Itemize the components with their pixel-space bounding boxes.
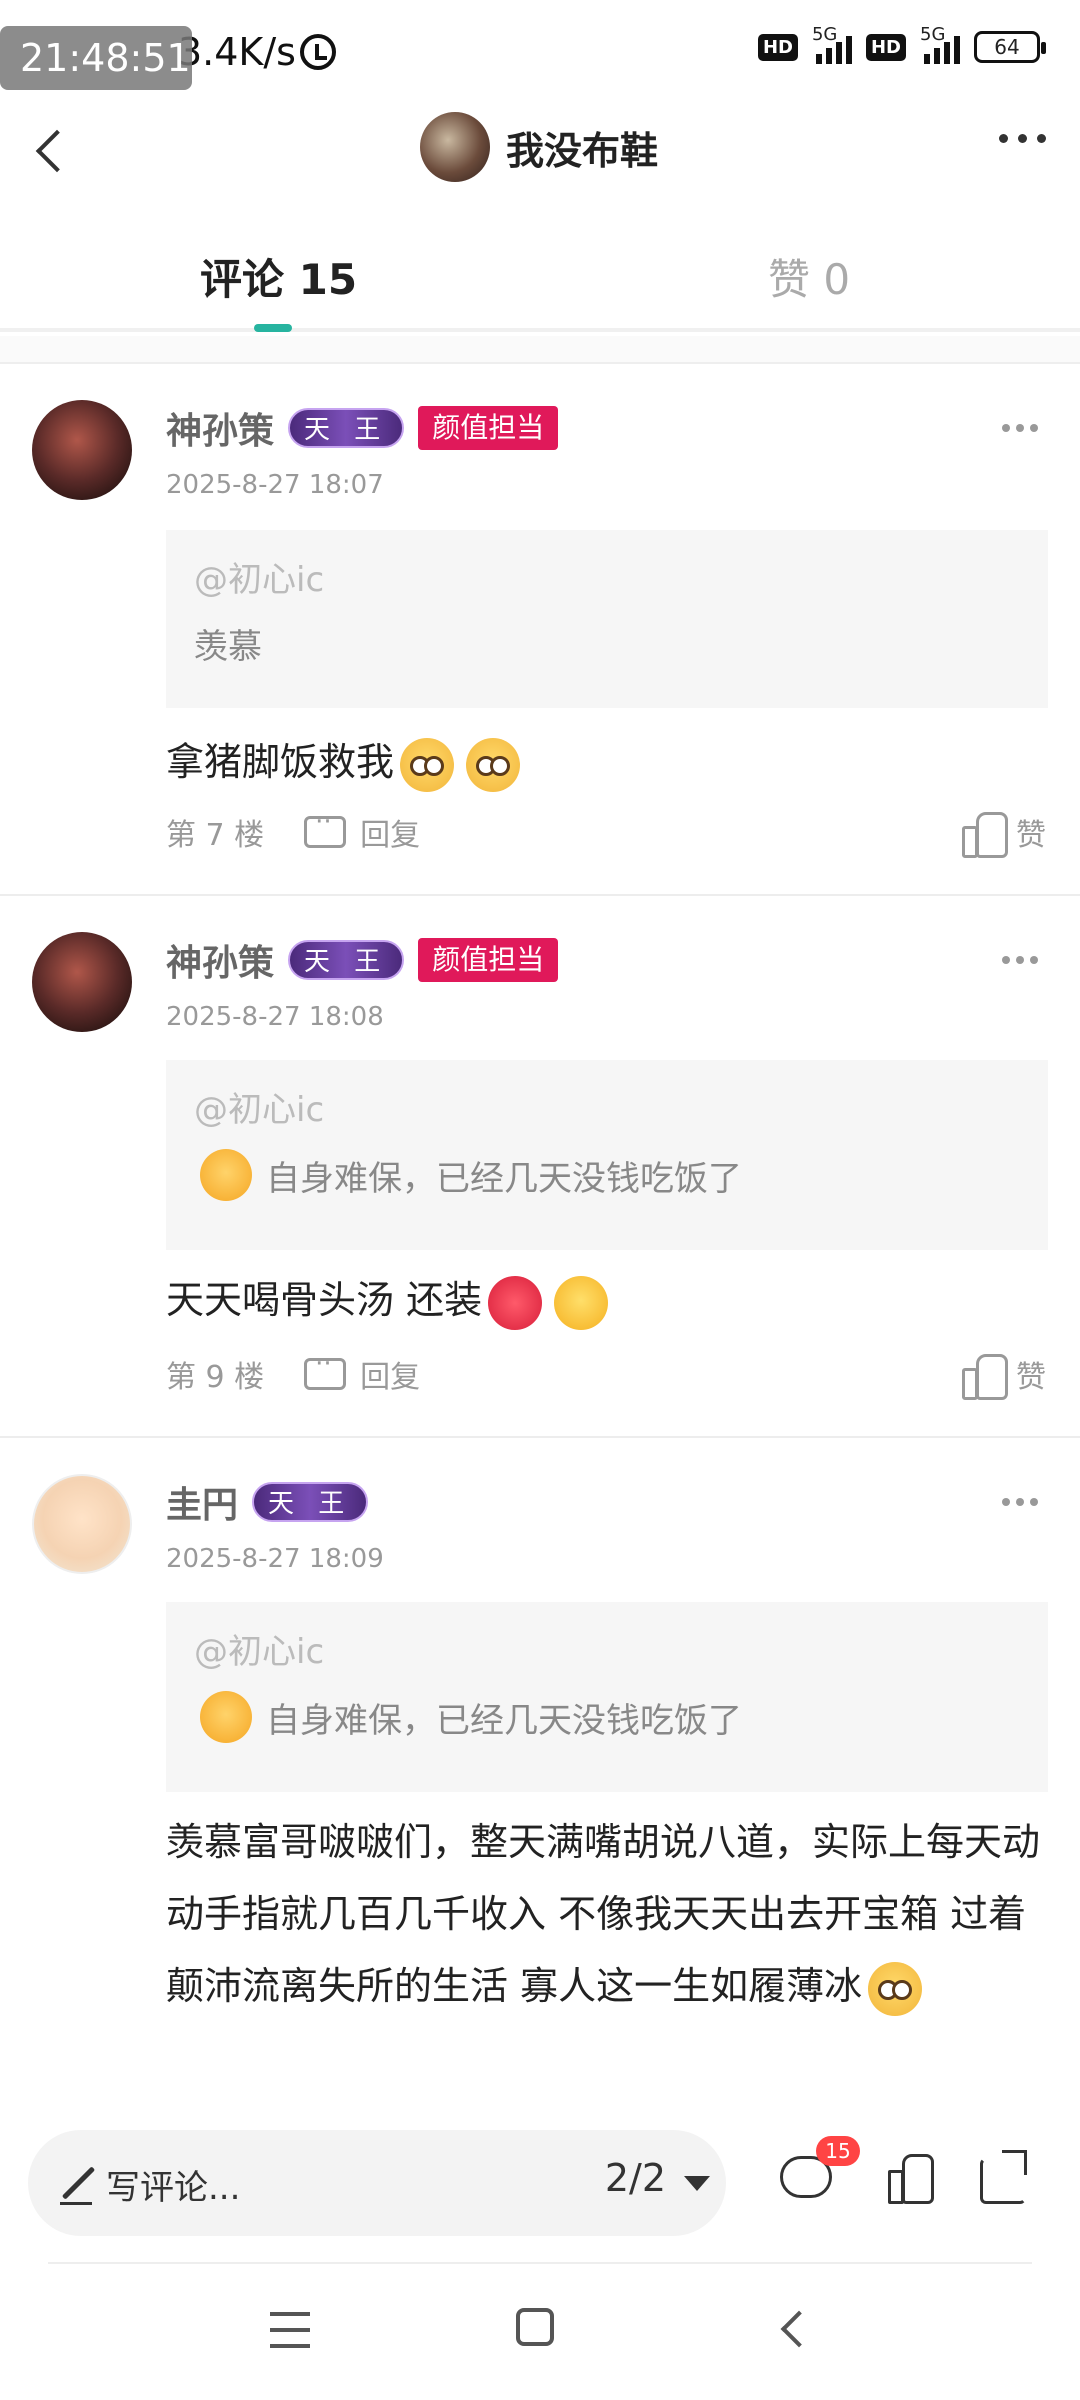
quote-mention[interactable]: @初心ic [194,1082,1020,1131]
reply-icon[interactable] [304,807,347,848]
share-icon[interactable] [974,2146,1034,2206]
avatar[interactable] [32,1474,132,1574]
comment-item: 圭円 天 王 2025-8-27 18:09 @初心ic 自身难保，已经几天没钱… [0,1438,1080,2104]
hd-icon: HD [865,33,906,61]
signal-icon: 5G [920,24,960,64]
comment-footer: 第 7 楼 回复 赞 [166,807,1046,858]
comment-header: 圭円 天 王 [166,1476,369,1528]
pen-icon [58,2164,94,2205]
more-options-icon[interactable] [999,134,1046,143]
username[interactable]: 圭円 [166,1476,238,1528]
bottom-action-bar: 写评论... 2/2 15 [0,2104,1080,2264]
laughing-emoji-icon [554,1275,609,1330]
comment-time: 2025-8-27 18:09 [166,1544,384,1574]
like-label: 赞 [1016,1360,1046,1395]
thumbs-up-icon[interactable] [962,1352,1008,1400]
quoted-comment[interactable]: @初心ic 自身难保，已经几天没钱吃饭了 [166,1060,1048,1250]
comment-count-badge: 15 [816,2136,860,2166]
floor-number: 第 9 楼 [166,1360,265,1395]
system-nav-bar [0,2264,1080,2400]
comment-footer: 第 9 楼 回复 赞 [166,1349,1046,1400]
tag-badge: 颜值担当 [418,406,559,450]
chevron-down-icon[interactable] [684,2176,710,2191]
back-button[interactable] [24,120,84,180]
quote-text: 羡慕 [194,627,262,667]
reply-button[interactable]: 回复 [360,1352,420,1396]
comment-body: 羡慕富哥啵啵们，整天满嘴胡说八道，实际上每天动动手指就几百几千收入 不像我天天出… [166,1806,1056,2022]
comment-input-placeholder[interactable]: 写评论... [106,2160,240,2209]
level-badge: 天 王 [252,1482,369,1522]
crying-emoji-icon [466,737,521,792]
avatar[interactable] [420,112,490,182]
header-user[interactable]: 我没布鞋 [420,112,658,182]
status-bar: 3.4K/s 21:48:51 HD 5G HD 5G 64 [0,0,1080,100]
level-badge: 天 王 [288,408,405,448]
alarm-icon [300,34,336,70]
battery-icon: 64 [974,31,1046,63]
avatar[interactable] [32,932,132,1032]
comment-body: 天天喝骨头汤 还装 [166,1264,1056,1336]
comment-more-icon[interactable] [1002,1498,1038,1506]
tab-comments[interactable]: 评论 15 [200,246,357,307]
shy-emoji-icon [200,1149,252,1201]
signal-icon: 5G [812,24,852,64]
quote-text: 自身难保，已经几天没钱吃饭了 [194,1149,1020,1201]
page-header: 我没布鞋 [0,100,1080,200]
quote-mention[interactable]: @初心ic [194,1624,1020,1673]
tab-likes[interactable]: 赞 0 [768,246,850,307]
angry-emoji-icon [488,1275,543,1330]
tab-bar: 评论 15 赞 0 [0,240,1080,332]
tag-badge: 颜值担当 [418,938,559,982]
floor-number: 第 7 楼 [166,818,265,853]
menu-icon[interactable] [270,2312,310,2348]
home-icon[interactable] [516,2308,554,2346]
thumbs-up-icon[interactable] [962,810,1008,858]
like-button[interactable]: 赞 [962,1352,1046,1400]
comment-input[interactable]: 写评论... 2/2 [28,2130,726,2236]
shy-emoji-icon [200,1691,252,1743]
thumbs-up-icon[interactable] [880,2146,940,2206]
comment-time: 2025-8-27 18:08 [166,1002,384,1032]
quote-mention[interactable]: @初心ic [194,552,1020,601]
crying-emoji-icon [868,1961,923,2016]
reply-icon[interactable] [304,1349,347,1390]
comment-more-icon[interactable] [1002,424,1038,432]
page-selector[interactable]: 2/2 [605,2156,666,2200]
divider [0,336,1080,364]
like-label: 赞 [1016,818,1046,853]
comment-header: 神孙策 天 王 颜值担当 [166,402,559,454]
comment-body: 拿猪脚饭救我 [166,726,1056,798]
quoted-comment[interactable]: @初心ic 自身难保，已经几天没钱吃饭了 [166,1602,1048,1792]
quote-text: 自身难保，已经几天没钱吃饭了 [194,1691,1020,1743]
hd-icon: HD [757,33,798,61]
comment-more-icon[interactable] [1002,956,1038,964]
avatar[interactable] [32,400,132,500]
reply-button[interactable]: 回复 [360,810,420,854]
comment-time: 2025-8-27 18:07 [166,470,384,500]
comment-header: 神孙策 天 王 颜值担当 [166,934,559,986]
level-badge: 天 王 [288,940,405,980]
quoted-comment[interactable]: @初心ic 羡慕 [166,530,1048,708]
back-icon[interactable] [770,2308,810,2348]
comment-item: 神孙策 天 王 颜值担当 2025-8-27 18:08 @初心ic 自身难保，… [0,896,1080,1438]
comment-item: 神孙策 天 王 颜值担当 2025-8-27 18:07 @初心ic 羡慕 拿猪… [0,364,1080,896]
active-tab-indicator [254,324,292,332]
crying-emoji-icon [400,737,455,792]
status-indicators: HD 5G HD 5G 64 [757,24,1046,64]
page-title: 我没布鞋 [506,128,659,173]
net-speed: 3.4K/s [178,30,296,74]
username[interactable]: 神孙策 [166,402,274,454]
username[interactable]: 神孙策 [166,934,274,986]
status-time: 21:48:51 [0,26,192,90]
like-button[interactable]: 赞 [962,810,1046,858]
